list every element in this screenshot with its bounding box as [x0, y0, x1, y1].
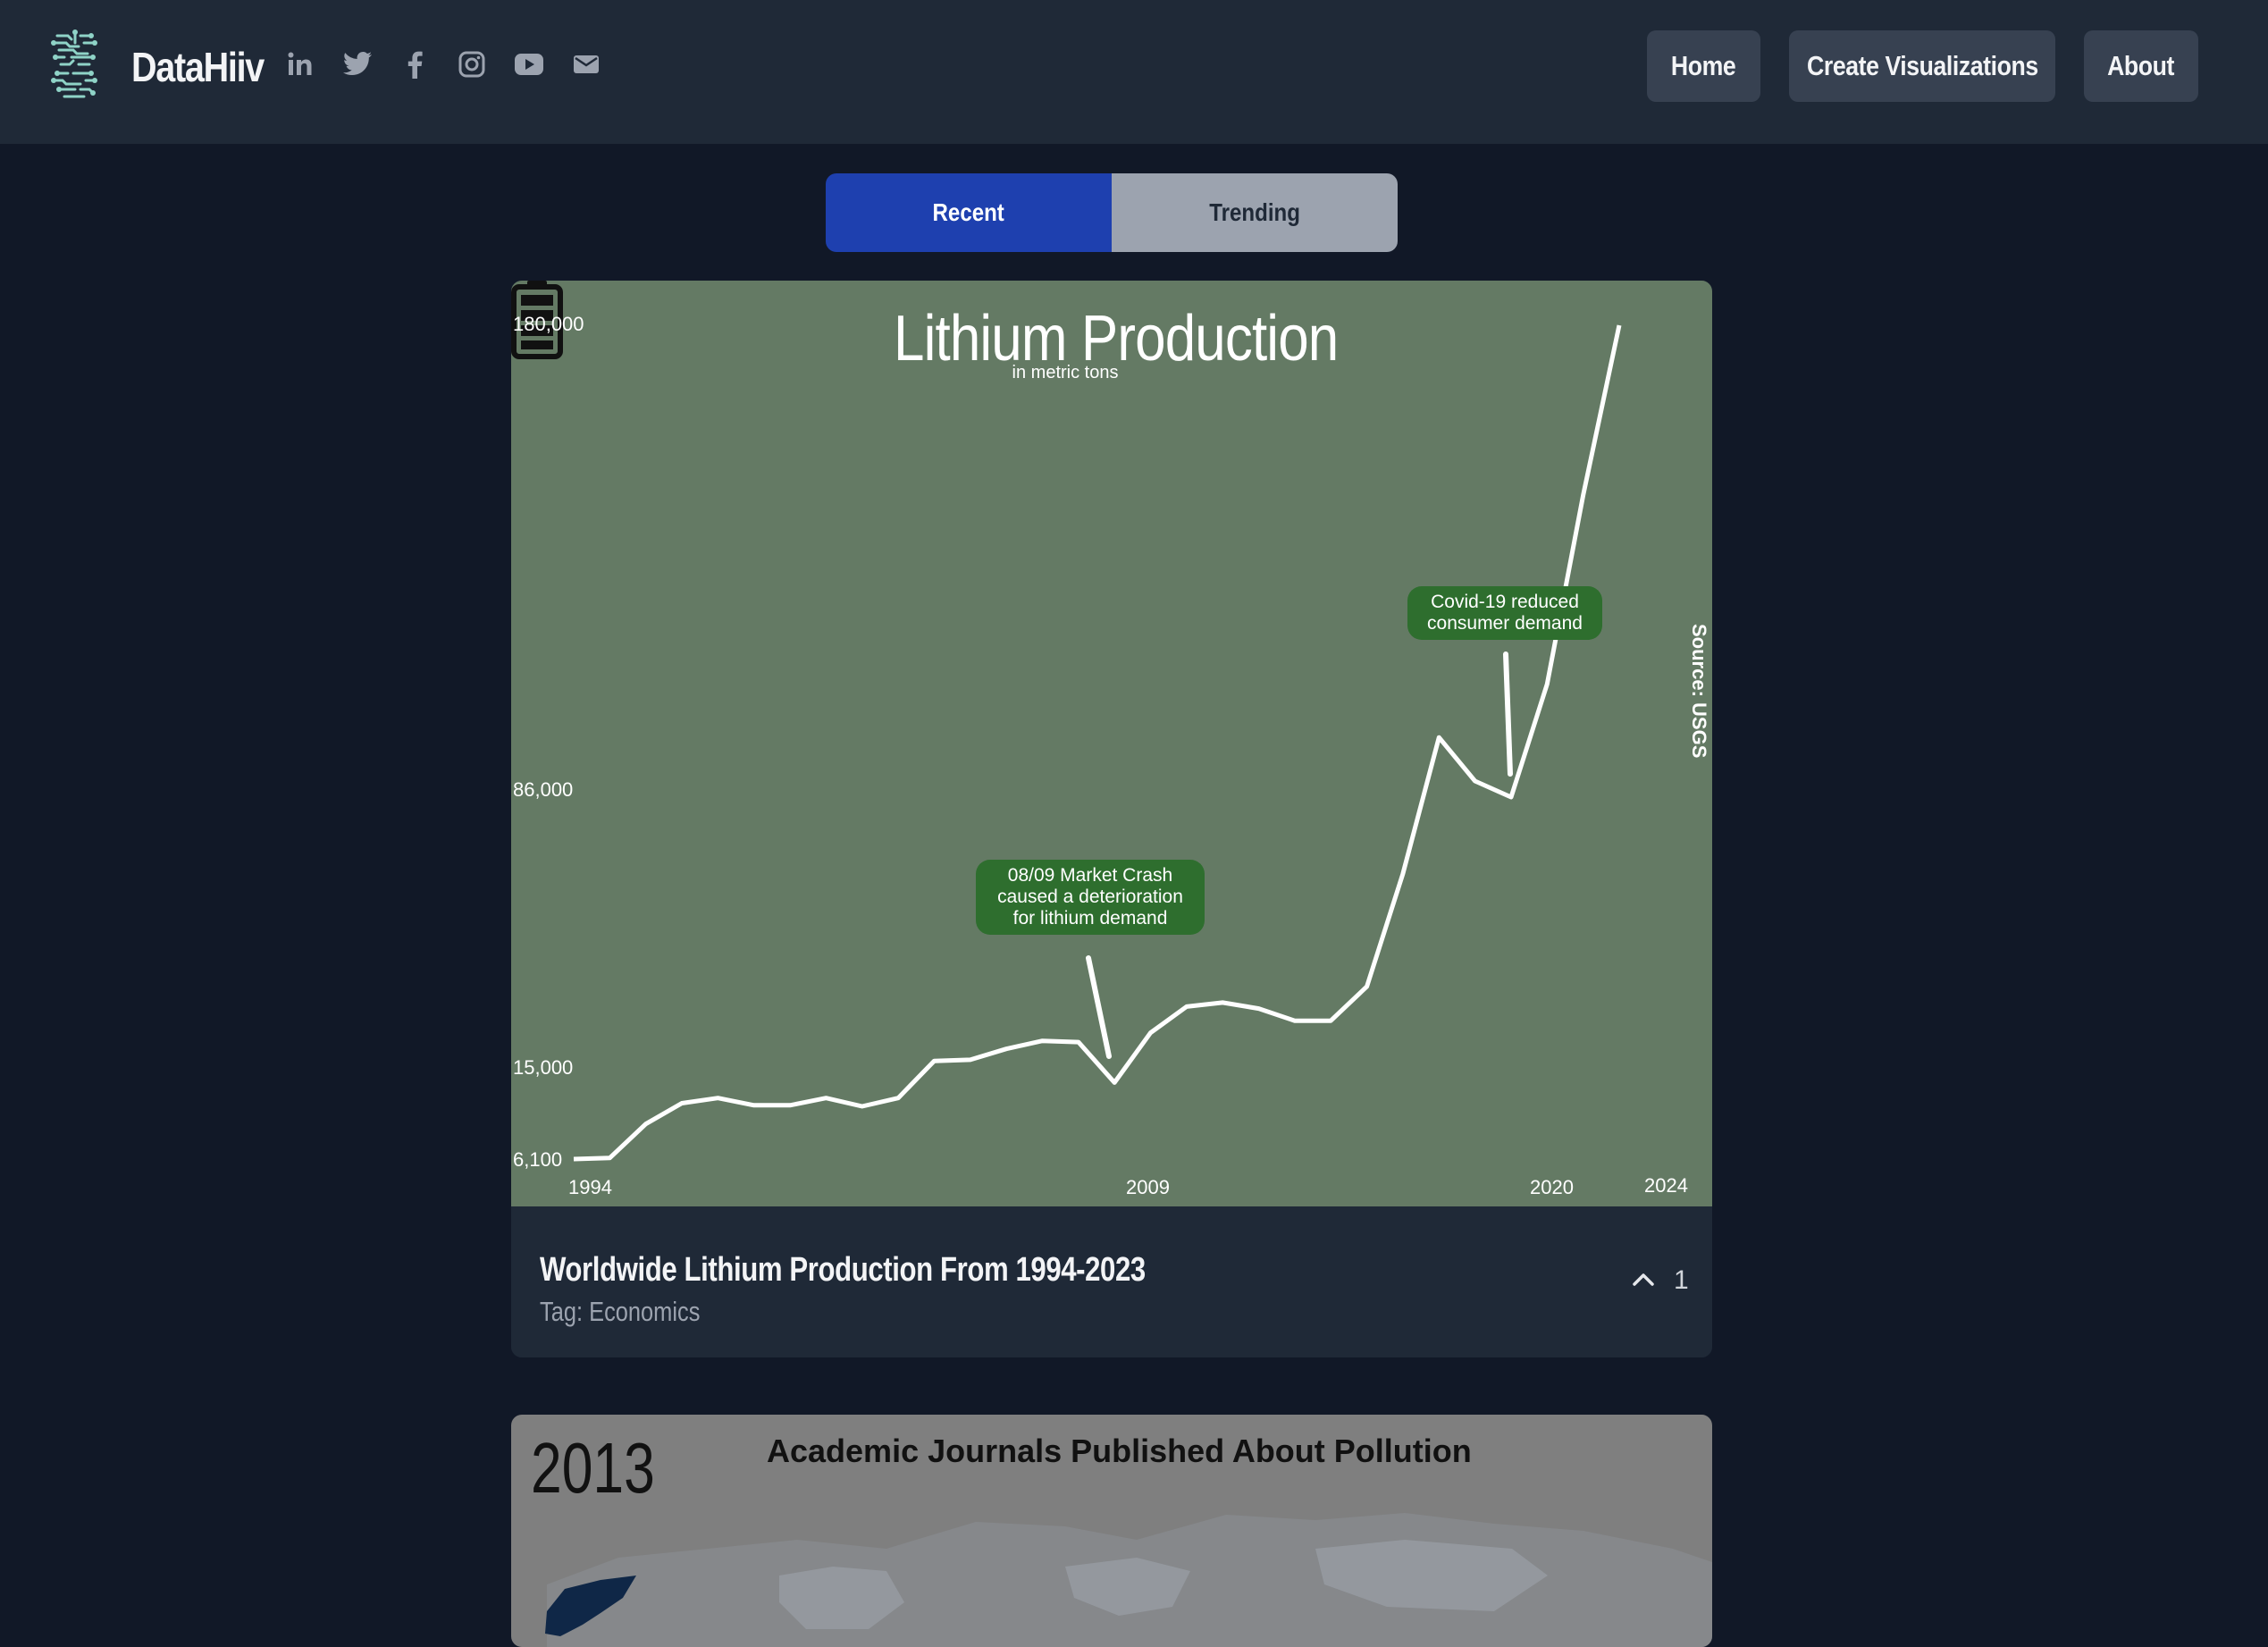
- x-tick-label: 2020: [1530, 1176, 1574, 1198]
- y-tick-label: 86,000: [513, 778, 574, 801]
- facebook-icon[interactable]: [397, 46, 433, 82]
- brand-name[interactable]: DataHiiv: [131, 41, 265, 93]
- x-tick-label: 2009: [1126, 1176, 1170, 1198]
- twitter-icon[interactable]: [340, 46, 375, 82]
- visualization-card[interactable]: Lithium Production in metric tons Source…: [511, 281, 1712, 1357]
- chart-subtitle: in metric tons: [1012, 363, 1119, 382]
- annotation-covid: Covid-19 reduced consumer demand: [1407, 586, 1602, 640]
- annotation-pointer: [1503, 651, 1513, 777]
- instagram-icon[interactable]: [454, 46, 490, 82]
- chart-svg: [573, 324, 1622, 1162]
- card-tag[interactable]: Tag: Economics: [540, 1296, 700, 1328]
- line-chart[interactable]: Lithium Production in metric tons Source…: [511, 281, 1712, 1206]
- youtube-icon[interactable]: [511, 46, 547, 82]
- visualization-card[interactable]: 2013 Academic Journals Published About P…: [511, 1415, 1712, 1647]
- y-tick-label: 6,100: [513, 1148, 563, 1171]
- map-year: 2013: [531, 1428, 655, 1508]
- upvote-count: 1: [1674, 1265, 1689, 1295]
- tab-recent[interactable]: Recent: [826, 173, 1112, 252]
- card-title[interactable]: Worldwide Lithium Production From 1994-2…: [540, 1251, 1146, 1290]
- x-tick-label: 2024: [1644, 1174, 1688, 1197]
- y-tick-label: 15,000: [513, 1056, 574, 1079]
- series-line: [573, 324, 1622, 1162]
- create-visualizations-button[interactable]: Create Visualizations: [1789, 30, 2055, 102]
- feed-tabs: Recent Trending: [826, 173, 1398, 252]
- annotation-pointer: [1086, 955, 1112, 1059]
- about-button[interactable]: About: [2084, 30, 2198, 102]
- email-icon[interactable]: [568, 46, 604, 82]
- chevron-up-icon[interactable]: [1632, 1271, 1655, 1287]
- home-button[interactable]: Home: [1647, 30, 1760, 102]
- logo-circuit-brain-icon[interactable]: [48, 29, 100, 102]
- x-tick-label: 1994: [568, 1176, 612, 1198]
- annotation-market-crash: 08/09 Market Crash caused a deterioratio…: [976, 860, 1205, 935]
- map-title: Academic Journals Published About Pollut…: [767, 1433, 1472, 1469]
- card-footer: Worldwide Lithium Production From 1994-2…: [511, 1206, 1712, 1357]
- tab-trending[interactable]: Trending: [1112, 173, 1398, 252]
- y-tick-label: 180,000: [513, 313, 584, 335]
- linkedin-icon[interactable]: [282, 46, 318, 82]
- top-navbar: DataHiiv Home Create Visualizations Abou…: [0, 0, 2268, 144]
